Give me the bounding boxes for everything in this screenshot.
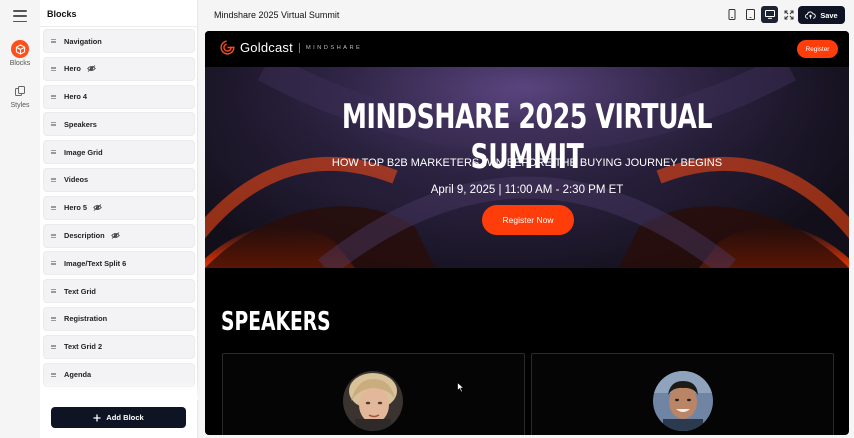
- block-item[interactable]: Description: [43, 223, 195, 248]
- goldcast-mark-icon: [220, 40, 235, 55]
- rail-item-styles[interactable]: Styles: [0, 82, 40, 109]
- drag-handle-icon[interactable]: [51, 316, 56, 321]
- brand-subtitle: MINDSHARE: [305, 44, 363, 51]
- block-item-label: Text Grid 2: [64, 342, 103, 352]
- drag-handle-icon[interactable]: [51, 39, 56, 43]
- plus-icon: [93, 414, 101, 421]
- add-block-button[interactable]: Add Block: [51, 407, 186, 428]
- menu-icon[interactable]: [13, 10, 27, 22]
- drag-handle-icon[interactable]: [51, 150, 56, 155]
- drag-handle-icon[interactable]: [51, 122, 56, 127]
- eye-off-icon[interactable]: [87, 65, 96, 72]
- drag-handle-icon[interactable]: [51, 177, 56, 182]
- block-item-label: Hero 5: [64, 203, 88, 213]
- eye-off-icon[interactable]: [93, 204, 102, 211]
- block-item-label: Navigation: [64, 36, 102, 46]
- desktop-view-button[interactable]: [761, 6, 778, 23]
- hero-subtitle: HOW TOP B2B MARKETERS WIN BEFORE THE BUY…: [331, 157, 723, 169]
- speaker-card[interactable]: [222, 353, 525, 435]
- panel-title: Blocks: [47, 9, 77, 19]
- rail-label-styles: Styles: [10, 102, 30, 109]
- block-item-label: Registration: [64, 314, 108, 324]
- register-now-button[interactable]: Register Now: [482, 205, 574, 235]
- page-preview[interactable]: Goldcast MINDSHARE Register MINDSHARE 20…: [205, 31, 849, 435]
- hero-section: MINDSHARE 2025 VIRTUAL SUMMIT HOW TOP B2…: [205, 67, 849, 268]
- rail-label-blocks: Blocks: [9, 60, 31, 67]
- block-item-label: Speakers: [64, 119, 97, 129]
- divider: [40, 26, 198, 27]
- add-block-label: Add Block: [106, 413, 144, 422]
- mobile-icon: [728, 9, 735, 20]
- cube-icon: [11, 40, 29, 58]
- block-item[interactable]: Navigation: [43, 29, 195, 53]
- hero-date: April 9, 2025 | 11:00 AM - 2:30 PM ET: [430, 184, 624, 196]
- block-item[interactable]: Hero: [43, 56, 195, 81]
- tablet-view-button[interactable]: [742, 6, 759, 23]
- block-list: Navigation Hero Hero 4 Speakers Image Grid Vi…: [43, 29, 195, 390]
- save-label: Save: [820, 10, 838, 20]
- block-item[interactable]: Text Grid: [43, 279, 195, 304]
- block-item[interactable]: Hero 5: [43, 195, 195, 220]
- block-item-label: Agenda: [64, 370, 92, 380]
- drag-handle-icon[interactable]: [51, 289, 56, 294]
- avatar: [653, 371, 713, 431]
- nav-register-button[interactable]: Register: [797, 40, 838, 58]
- tablet-icon: [746, 9, 755, 20]
- drag-handle-icon[interactable]: [51, 372, 56, 377]
- mobile-view-button[interactable]: [723, 6, 740, 23]
- drag-handle-icon[interactable]: [51, 233, 56, 238]
- layers-icon: [11, 82, 29, 100]
- block-item[interactable]: Image/Text Split 6: [43, 251, 195, 276]
- desktop-icon: [764, 10, 775, 19]
- view-mode-toggle: [723, 6, 797, 23]
- blocks-panel: Blocks Navigation Hero Hero 4 Speakers Image…: [40, 0, 198, 438]
- drag-handle-icon[interactable]: [51, 261, 56, 266]
- block-item[interactable]: Registration: [43, 306, 195, 331]
- drag-handle-icon[interactable]: [51, 344, 56, 349]
- drag-handle-icon[interactable]: [51, 66, 56, 71]
- block-item-label: Description: [64, 231, 105, 241]
- mouse-pointer-icon: [457, 382, 465, 393]
- block-item[interactable]: Videos: [43, 167, 195, 192]
- block-item-label: Image/Text Split 6: [64, 258, 127, 268]
- cloud-upload-icon: [805, 11, 817, 19]
- block-item[interactable]: Text Grid 2: [43, 334, 195, 359]
- block-item-label: Videos: [64, 175, 89, 185]
- drag-handle-icon[interactable]: [51, 205, 56, 210]
- block-item[interactable]: Speakers: [43, 112, 195, 137]
- block-item-label: Hero: [64, 64, 81, 74]
- block-item[interactable]: Hero 4: [43, 84, 195, 109]
- block-item-label: Text Grid: [64, 286, 96, 296]
- goldcast-logo[interactable]: Goldcast MINDSHARE: [220, 40, 362, 55]
- block-item-label: Hero 4: [64, 92, 88, 102]
- avatar: [343, 371, 403, 431]
- block-item[interactable]: Image Grid: [43, 140, 195, 165]
- brand-name: Goldcast: [240, 40, 293, 55]
- save-button[interactable]: Save: [798, 6, 845, 24]
- rail-item-blocks[interactable]: Blocks: [0, 40, 40, 67]
- left-rail: Blocks Styles: [0, 0, 40, 438]
- site-navigation: Goldcast MINDSHARE Register: [205, 31, 849, 67]
- block-item-label: Image Grid: [64, 147, 103, 157]
- drag-handle-icon[interactable]: [51, 94, 56, 99]
- page-title: Mindshare 2025 Virtual Summit: [214, 10, 340, 20]
- logo-divider: [298, 42, 300, 53]
- speaker-card[interactable]: [531, 353, 834, 435]
- eye-off-icon[interactable]: [110, 232, 120, 239]
- list-fade: [40, 380, 198, 400]
- fullscreen-icon: [784, 10, 793, 19]
- fullscreen-view-button[interactable]: [780, 6, 797, 23]
- speakers-heading: SPEAKERS: [221, 307, 331, 337]
